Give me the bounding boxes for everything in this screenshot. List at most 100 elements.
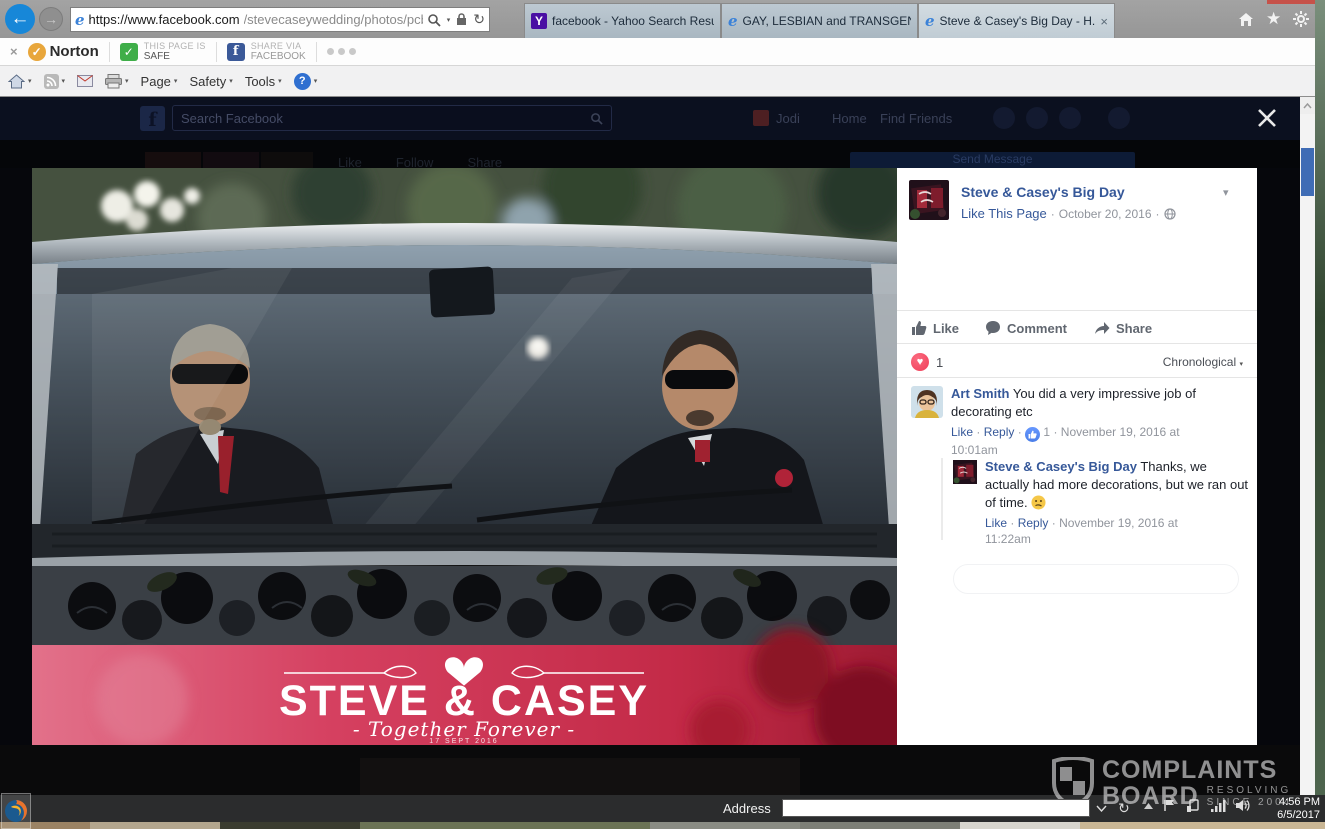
comment-reply-link[interactable]: Reply xyxy=(984,425,1015,439)
tab-yahoo-results[interactable]: Y facebook - Yahoo Search Results xyxy=(524,3,721,38)
norton-brand: Norton xyxy=(50,43,99,60)
ie-icon: e xyxy=(728,12,738,30)
caret-icon: ▾ xyxy=(125,77,129,85)
search-icon[interactable] xyxy=(427,13,441,27)
page-like-button: Like xyxy=(338,155,362,168)
network-status-icon[interactable] xyxy=(1186,799,1201,812)
like-this-page-link[interactable]: Like This Page xyxy=(961,206,1047,221)
page-viewport: f Search Facebook Jodi Home Find Friends… xyxy=(0,97,1300,795)
caret-icon: ▾ xyxy=(28,77,32,85)
separator: · xyxy=(976,425,980,439)
url-dropdown-icon[interactable]: ▾ xyxy=(447,16,451,24)
page-name-link[interactable]: Steve & Casey's Big Day xyxy=(961,184,1125,200)
tab-label: facebook - Yahoo Search Results xyxy=(552,14,714,28)
house-icon xyxy=(8,74,25,89)
taskbar-clock[interactable]: 4:56 PM 6/5/2017 xyxy=(1252,796,1320,822)
comment-like-link[interactable]: Like xyxy=(985,516,1007,530)
help-menu[interactable]: ?▾ xyxy=(294,73,318,90)
share-via-facebook-button[interactable]: f SHARE VIA FACEBOOK xyxy=(227,41,306,62)
scroll-up-icon[interactable] xyxy=(1300,97,1315,114)
tools-menu[interactable]: Tools▾ xyxy=(245,74,282,89)
home-menu-button[interactable]: ▾ xyxy=(8,74,32,89)
refresh-icon[interactable]: ↻ xyxy=(473,11,485,28)
thumb-up-icon xyxy=(911,320,927,336)
taskbar-address-input[interactable] xyxy=(782,799,1090,817)
norton-more-icon[interactable] xyxy=(327,48,356,55)
read-mail-button[interactable] xyxy=(77,75,93,87)
reaction-count[interactable]: 1 xyxy=(936,355,943,370)
facebook-logo: f xyxy=(140,106,165,131)
theater-close-icon[interactable] xyxy=(1256,107,1278,129)
tray-expand-icon[interactable] xyxy=(1144,803,1153,809)
signal-strength-icon[interactable] xyxy=(1211,800,1226,812)
sort-selector[interactable]: Chronological ▾ xyxy=(1163,355,1243,369)
find-friends-link: Find Friends xyxy=(880,111,952,126)
address-bar[interactable]: e https://www.facebook.com /stevecaseywe… xyxy=(70,7,490,32)
printer-icon xyxy=(105,74,122,89)
feeds-button[interactable]: ▾ xyxy=(44,74,66,89)
forward-button[interactable]: → xyxy=(39,7,63,31)
settings-gear-icon[interactable] xyxy=(1293,11,1309,27)
tab-gay-lesbian[interactable]: e GAY, LESBIAN and TRANSGEN... xyxy=(721,3,918,38)
comment-button[interactable]: Comment xyxy=(985,320,1067,336)
clock-date: 6/5/2017 xyxy=(1252,809,1320,822)
tab-steve-casey[interactable]: e Steve & Casey's Big Day - H... × xyxy=(918,3,1115,38)
profile-name-link: Jodi xyxy=(776,111,800,126)
home-icon[interactable] xyxy=(1238,12,1254,27)
norton-logo: ✓ Norton xyxy=(28,43,99,61)
comment-author-link[interactable]: Art Smith xyxy=(951,386,1010,401)
comment-author-link[interactable]: Steve & Casey's Big Day xyxy=(985,459,1137,474)
post-date[interactable]: October 20, 2016 xyxy=(1059,207,1152,221)
comment-like-count: 1 xyxy=(1043,425,1050,439)
comment-reply-link[interactable]: Reply xyxy=(1018,516,1049,530)
comment-like-link[interactable]: Like xyxy=(951,425,973,439)
page-tab-thumbnail xyxy=(203,152,259,168)
page-menu[interactable]: Page▾ xyxy=(141,74,178,89)
banner-date: 17 SEPT 2016 xyxy=(429,738,498,745)
page-avatar[interactable] xyxy=(909,180,949,220)
page-safe-badge[interactable]: ✓ THIS PAGE IS SAFE xyxy=(120,41,206,62)
address-dropdown-icon[interactable] xyxy=(1096,805,1107,812)
love-reaction-icon[interactable]: ♥ xyxy=(911,353,929,371)
globe-privacy-icon xyxy=(1164,208,1176,220)
dimmed-thumbnails xyxy=(360,758,800,795)
quick-help-icon xyxy=(1108,107,1130,129)
caret-icon: ▾ xyxy=(62,77,66,85)
page-follow-button: Follow xyxy=(396,155,434,168)
norton-check-icon: ✓ xyxy=(28,43,46,61)
firefox-taskbar-button[interactable] xyxy=(1,793,31,829)
browser-titlebar: ← → e https://www.facebook.com /stevecas… xyxy=(0,0,1325,38)
favorites-star-icon[interactable]: ★ xyxy=(1266,9,1281,29)
reply-avatar[interactable] xyxy=(953,460,977,489)
safety-menu[interactable]: Safety▾ xyxy=(189,74,232,89)
scrollbar[interactable] xyxy=(1300,97,1315,795)
like-count-badge-icon[interactable] xyxy=(1025,427,1040,442)
url-host: https://www.facebook.com xyxy=(89,12,240,27)
reply-thread-line xyxy=(941,458,943,540)
comment-bubble-icon xyxy=(985,320,1001,336)
rss-icon xyxy=(44,74,59,89)
share-button[interactable]: Share xyxy=(1093,320,1152,336)
comment-avatar[interactable] xyxy=(911,386,943,423)
action-center-flag-icon[interactable] xyxy=(1163,799,1176,812)
facebook-header-dimmed: f Search Facebook Jodi Home Find Friends xyxy=(0,97,1300,140)
page-content-dimmed: Like Follow Share Send Message xyxy=(0,140,1300,168)
ie-icon: e xyxy=(925,12,935,30)
mail-icon xyxy=(77,75,93,87)
ie-icon: e xyxy=(75,11,85,29)
tab-close-icon[interactable]: × xyxy=(1100,14,1108,29)
like-button[interactable]: Like xyxy=(911,320,959,336)
back-button[interactable]: ← xyxy=(5,4,35,34)
scrollbar-thumb[interactable] xyxy=(1301,148,1314,196)
window-close-button[interactable] xyxy=(1267,0,1317,4)
norton-close-icon[interactable]: × xyxy=(10,44,18,59)
post-options-chevron-icon[interactable]: ▾ xyxy=(1223,186,1229,199)
volume-icon[interactable] xyxy=(1236,799,1251,812)
search-placeholder: Search Facebook xyxy=(181,111,283,126)
print-button[interactable]: ▾ xyxy=(105,74,129,89)
comment-timestamp[interactable]: November 19, 2016 at 11:22am xyxy=(985,516,1178,546)
page-menu-label: Page xyxy=(141,74,171,89)
address-go-refresh-icon[interactable]: ↻ xyxy=(1118,800,1130,817)
photo[interactable]: STEVE & CASEY - Together Forever - 17 SE… xyxy=(32,168,897,745)
send-message-button: Send Message xyxy=(850,152,1135,168)
